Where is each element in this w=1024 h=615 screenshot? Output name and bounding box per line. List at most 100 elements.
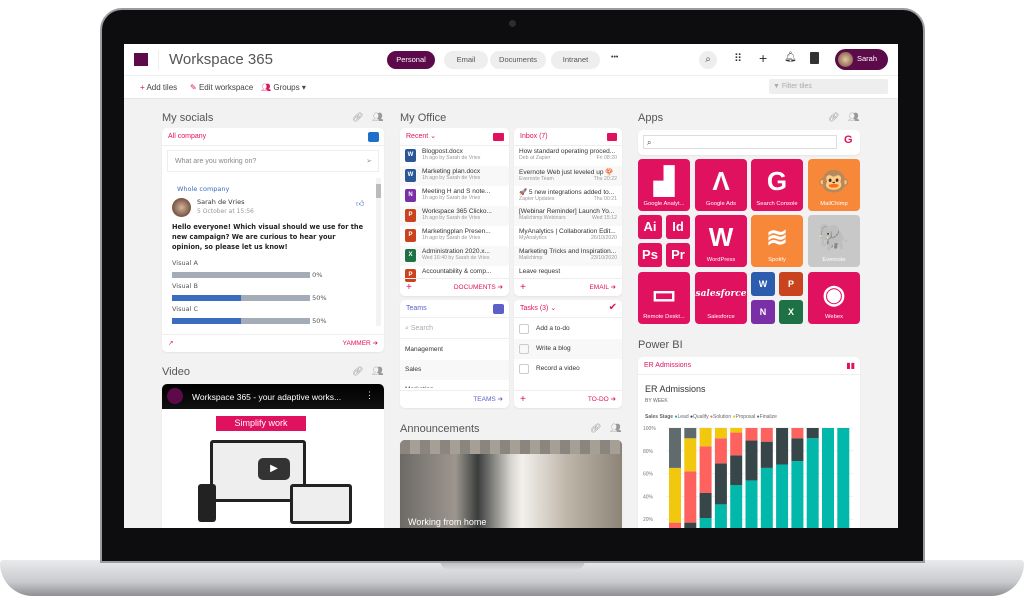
team-item[interactable]: Sales [400,360,509,380]
video-title-text[interactable]: Workspace 365 - your adaptive works... [192,392,341,402]
app-tile-search-console[interactable]: G Search Console [751,159,803,211]
people-icon[interactable]: 👥︎ [372,366,383,377]
app-tile-office-w[interactable]: W [751,272,775,296]
task-label[interactable]: Record a video [536,365,580,372]
bar-segment-lead[interactable] [714,504,727,528]
app-tile-adobe-ps[interactable]: Ps [638,243,662,267]
yammer-link[interactable]: YAMMER ➔ [343,335,378,352]
bar-segment-solution[interactable] [745,428,758,441]
app-tile-mailchimp[interactable]: 🐵 MailChimp [808,159,860,211]
add-tiles-button[interactable]: + Add tiles [140,83,177,92]
bar-segment-lead[interactable] [822,428,834,528]
group-name[interactable]: Whole company [177,185,229,193]
bar-segment-qualify[interactable] [776,428,789,465]
poll-option[interactable]: 50% [172,293,327,305]
email-link[interactable]: EMAIL ➔ [589,279,616,296]
new-email-button[interactable]: + [520,279,526,296]
file-item[interactable]: N Meeting H and S note... 1h ago by Sarah … [400,186,509,206]
bar-segment-lead[interactable] [699,518,712,528]
task-checkbox[interactable] [519,364,529,374]
app-tile-spotify[interactable]: ≋ Spotify [751,215,803,267]
bar-segment-qualify[interactable] [699,492,712,519]
external-link-icon[interactable]: ↗ [168,335,173,352]
link-icon[interactable]: 🔗︎ [352,366,363,377]
link-icon[interactable]: 🔗︎ [590,423,601,434]
bell-icon[interactable]: 🔔︎ [784,52,797,63]
app-tile-office-x[interactable]: X [779,300,803,324]
tab-personal[interactable]: Personal [387,51,435,69]
bar-segment-proposal[interactable] [669,467,681,523]
add-task-button[interactable]: + [520,391,526,408]
email-item[interactable]: MyAnalytics | Collaboration Edit... MyAna… [514,226,622,246]
people-icon[interactable]: 👥︎ [848,112,859,123]
bar-segment-lead[interactable] [837,428,850,528]
user-menu[interactable]: Sarah [835,49,888,70]
apps-search-input[interactable]: ⌕ [643,135,837,149]
announcement-image[interactable]: Working from home [400,440,622,528]
email-item[interactable]: Marketing Tricks and Inspiration... Mailc… [514,246,622,266]
contacts-icon[interactable] [810,52,819,64]
people-icon[interactable]: 👥︎ [610,423,621,434]
file-item[interactable]: P Marketingplan Presen... 1h ago by Sarah … [400,226,509,246]
tasks-dropdown[interactable]: Tasks (3) ⌄ [514,300,622,318]
email-item[interactable]: Evernote Web just leveled up 🍄 Evernote T… [514,166,622,186]
bar-segment-solution[interactable] [760,428,773,442]
bar-segment-proposal[interactable] [684,438,697,472]
task-label[interactable]: Add a to-do [536,325,570,332]
plus-icon[interactable]: + [759,50,767,66]
like-icon[interactable]: 👍︎ [356,199,364,209]
file-item[interactable]: P Workspace 365 Clicko... 1h ago by Sarah … [400,206,509,226]
bar-segment-solution[interactable] [669,522,681,528]
bar-segment-solution[interactable] [791,428,804,439]
bar-segment-lead[interactable] [745,480,758,528]
bar-segment-solution[interactable] [699,446,712,493]
bar-segment-qualify[interactable] [791,438,804,462]
groups-dropdown[interactable]: 👥︎ Groups ▾ [261,83,306,92]
bar-segment-solution[interactable] [730,432,743,456]
app-tile-evernote[interactable]: 🐘 Evernote [808,215,860,267]
app-tile-salesforce[interactable]: salesforce Salesforce [695,272,747,324]
apps-grid-icon[interactable]: ⠿ [734,52,742,65]
todo-link[interactable]: TO-DO ➔ [588,391,616,408]
app-tile-adobe-id[interactable]: Id [666,215,690,239]
inbox-label[interactable]: Inbox (7) [514,128,622,146]
task-checkbox[interactable] [519,344,529,354]
bar-segment-lead[interactable] [730,485,743,528]
bar-segment-lead[interactable] [760,467,773,528]
play-button[interactable]: ▶ [258,458,290,480]
add-document-button[interactable]: + [406,279,412,296]
bar-segment-finalize[interactable] [669,428,681,468]
link-icon[interactable]: 🔗︎ [828,112,839,123]
tab-documents[interactable]: Documents [490,51,546,69]
announcement-caption[interactable]: Working from home [408,517,486,527]
filter-tiles-input[interactable]: ▼ Filter tiles [769,79,888,94]
bar-segment-finalize[interactable] [684,428,697,439]
poll-option[interactable]: 50% [172,316,327,328]
compose-input[interactable]: What are you working on? ➢ [167,150,379,172]
people-icon[interactable]: 👥︎ [372,112,383,123]
bar-segment-proposal[interactable] [730,428,743,433]
app-tile-webex[interactable]: ◉ Webex [808,272,860,324]
bar-segment-solution[interactable] [684,471,697,523]
bar-segment-proposal[interactable] [714,428,727,439]
file-item[interactable]: X Administration 2020.x... Wed 16:40 by Sa… [400,246,509,266]
bar-segment-lead[interactable] [791,461,804,528]
email-item[interactable]: 🚀 5 new integrations added to... Zapier U… [514,186,622,206]
teams-search-input[interactable]: ⌕ Search [400,319,509,339]
teams-link[interactable]: TEAMS ➔ [473,391,503,408]
task-label[interactable]: Write a blog [536,345,571,352]
bar-segment-solution[interactable] [714,438,727,464]
email-item[interactable]: How standard operating proced... Deb at Z… [514,146,622,166]
all-company-tab[interactable]: All company [162,128,384,146]
documents-link[interactable]: DOCUMENTS ➔ [454,279,503,296]
author-name[interactable]: Sarah de Vries [197,198,244,206]
app-tile-adobe-pr[interactable]: Pr [666,243,690,267]
bar-segment-qualify[interactable] [730,455,743,485]
email-item[interactable]: [Webinar Reminder] Launch Yo... Mailchimp… [514,206,622,226]
video-player[interactable]: Workspace 365 - your adaptive works... ⋮… [162,384,384,528]
more-tabs-button[interactable]: ••• [611,54,618,61]
video-menu-icon[interactable]: ⋮ [365,390,374,401]
edit-workspace-button[interactable]: ✎ Edit workspace [190,83,253,92]
tab-intranet[interactable]: Intranet [551,51,600,69]
app-tile-adobe-ai[interactable]: Ai [638,215,662,239]
